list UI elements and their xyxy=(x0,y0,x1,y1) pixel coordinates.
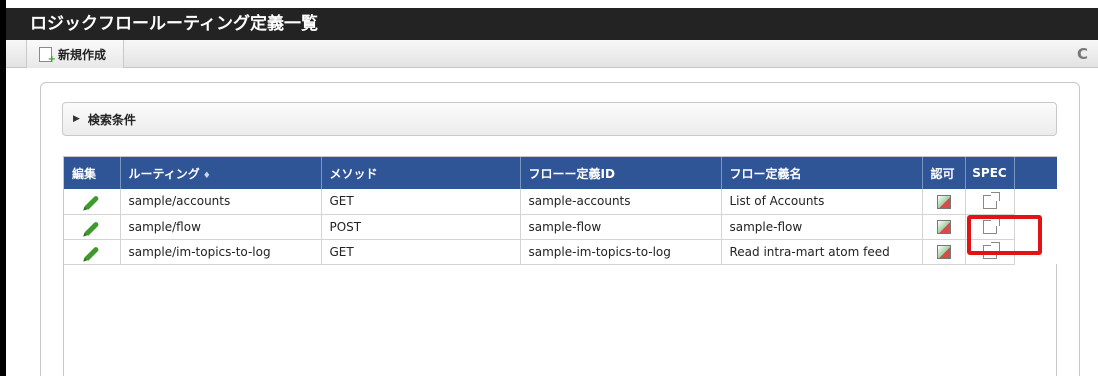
authorization-icon[interactable] xyxy=(936,194,951,209)
edit-pencil-icon[interactable] xyxy=(84,195,100,211)
edit-pencil-icon[interactable] xyxy=(84,245,100,261)
method-cell: GET xyxy=(321,189,521,215)
new-document-icon: + xyxy=(39,46,56,64)
edit-cell xyxy=(64,189,121,215)
header-flow-id: フローー定義ID xyxy=(520,157,722,189)
spec-cell xyxy=(965,189,1015,215)
expand-triangle-icon: ▶ xyxy=(73,114,80,124)
refresh-icon[interactable]: C xyxy=(1077,44,1088,64)
header-filler xyxy=(1014,157,1057,189)
header-edit: 編集 xyxy=(64,157,121,189)
auth-cell xyxy=(922,239,966,265)
spec-external-link-icon[interactable] xyxy=(982,191,1000,209)
header-flow-name: フロー定義名 xyxy=(721,157,923,189)
new-create-label: 新規作成 xyxy=(58,47,107,62)
spec-highlight-box xyxy=(967,215,1042,255)
auth-cell xyxy=(922,214,966,240)
row-filler xyxy=(1014,189,1057,214)
header-method: メソッド xyxy=(321,157,521,189)
table-row: sample/flow POST sample-flow sample-flow xyxy=(64,214,1057,240)
flow-name-cell: Read intra-mart atom feed xyxy=(721,239,923,265)
header-spec: SPEC xyxy=(965,157,1015,189)
edit-cell xyxy=(64,214,121,240)
flow-name-cell: sample-flow xyxy=(721,214,923,240)
auth-cell xyxy=(922,189,966,215)
routing-table: 編集 ルーティング ♦ メソッド フローー定義ID フロー定義名 認可 SPEC … xyxy=(64,157,1057,265)
table-header-row: 編集 ルーティング ♦ メソッド フローー定義ID フロー定義名 認可 SPEC xyxy=(64,157,1057,189)
flow-name-cell: List of Accounts xyxy=(721,189,923,215)
edit-cell xyxy=(64,239,121,265)
sort-icon[interactable]: ♦ xyxy=(203,171,211,181)
method-cell: GET xyxy=(321,239,521,265)
flow-id-cell: sample-flow xyxy=(520,214,722,240)
page-title: ロジックフロールーティング定義一覧 xyxy=(30,14,318,34)
table-row: sample/im-topics-to-log GET sample-im-to… xyxy=(64,239,1057,265)
authorization-icon[interactable] xyxy=(936,219,951,234)
new-create-button[interactable]: + 新規作成 xyxy=(26,40,124,68)
search-conditions-label: 検索条件 xyxy=(87,112,136,127)
routing-cell: sample/im-topics-to-log xyxy=(120,239,322,265)
flow-id-cell: sample-im-topics-to-log xyxy=(520,239,722,265)
header-auth: 認可 xyxy=(922,157,966,189)
table-row: sample/accounts GET sample-accounts List… xyxy=(64,189,1057,215)
edit-pencil-icon[interactable] xyxy=(84,220,100,236)
header-routing-label: ルーティング xyxy=(128,166,200,181)
flow-id-cell: sample-accounts xyxy=(520,189,722,215)
method-cell: POST xyxy=(321,214,521,240)
search-conditions-toggle[interactable]: ▶ 検索条件 xyxy=(62,102,1057,136)
authorization-icon[interactable] xyxy=(936,244,951,259)
routing-cell: sample/accounts xyxy=(120,189,322,215)
toolbar: + 新規作成 C xyxy=(6,40,1098,68)
routing-cell: sample/flow xyxy=(120,214,322,240)
header-routing[interactable]: ルーティング ♦ xyxy=(120,157,322,189)
